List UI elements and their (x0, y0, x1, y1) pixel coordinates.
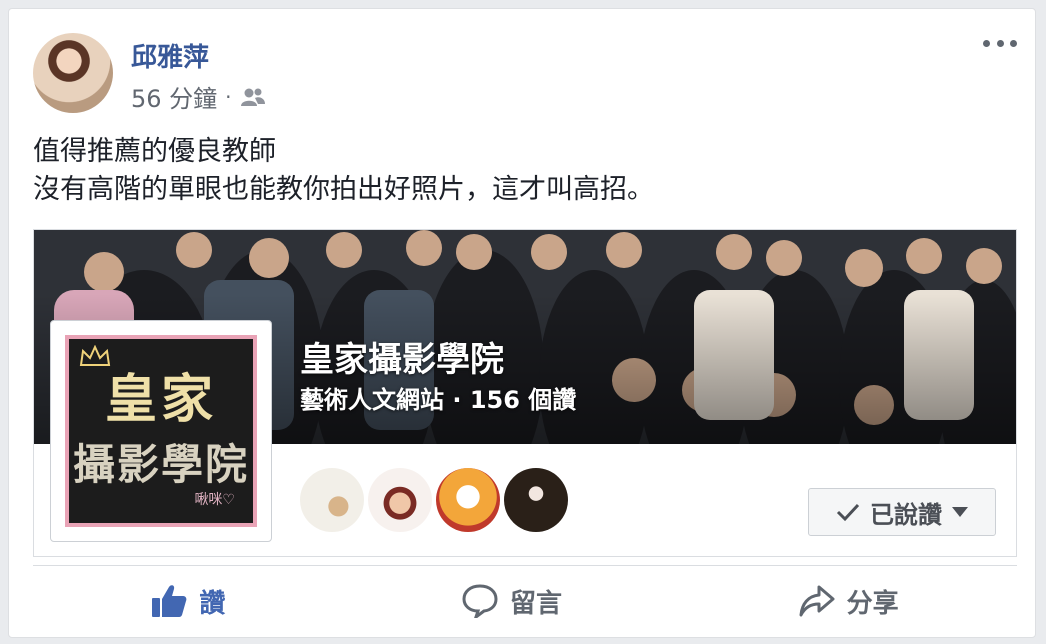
friend-avatar-1[interactable] (300, 468, 364, 532)
post-card: 邱雅萍 56 分鐘 · 值得推薦的優良教師 沒有高階的單眼也能教你拍出好照片，這… (8, 8, 1036, 638)
friend-avatar-2[interactable] (368, 468, 432, 532)
comment-bubble-icon (462, 584, 498, 618)
like-label: 讚 (199, 588, 226, 619)
like-button[interactable]: 讚 (151, 583, 225, 620)
shared-page-attachment[interactable]: 皇家攝影學院 藝術人文網站 · 156 個讚 皇家 攝影學院 啾咪♡ 已說讚 (33, 229, 1017, 557)
page-profile-picture[interactable]: 皇家 攝影學院 啾咪♡ (50, 320, 272, 542)
logo-signature: 啾咪♡ (194, 492, 235, 508)
page-subtitle: 藝術人文網站 · 156 個讚 (300, 386, 577, 414)
comment-button[interactable]: 留言 (462, 583, 562, 620)
actions-divider (33, 565, 1017, 566)
logo-line-2: 攝影學院 (72, 440, 249, 489)
post-time[interactable]: 56 分鐘 (131, 79, 217, 114)
comment-label: 留言 (509, 588, 562, 619)
author-name[interactable]: 邱雅萍 (131, 37, 209, 74)
thumbs-up-icon (152, 585, 187, 617)
share-label: 分享 (846, 588, 899, 619)
share-arrow-icon (799, 585, 835, 617)
page-name[interactable]: 皇家攝影學院 (300, 332, 504, 381)
liked-page-button[interactable]: 已說讚 (808, 488, 996, 536)
post-actions-bar: 讚 留言 分享 (33, 569, 1017, 633)
liked-button-label: 已說讚 (870, 500, 942, 529)
more-options-icon[interactable] (983, 33, 1017, 53)
friend-avatar-4[interactable] (504, 468, 568, 532)
friend-avatar-3[interactable] (436, 468, 500, 532)
friends-icon[interactable] (240, 87, 266, 107)
friends-who-like (300, 468, 568, 532)
share-button[interactable]: 分享 (799, 583, 899, 620)
chalkboard-logo: 皇家 攝影學院 啾咪♡ (65, 335, 257, 527)
post-text-line-2: 沒有高階的單眼也能教你拍出好照片，這才叫高招。 (33, 174, 654, 205)
meta-separator: · (225, 84, 232, 109)
post-text: 值得推薦的優良教師 沒有高階的單眼也能教你拍出好照片，這才叫高招。 (33, 133, 993, 209)
logo-line-1: 皇家 (104, 369, 217, 430)
dropdown-caret-icon (952, 507, 968, 517)
post-text-line-1: 值得推薦的優良教師 (33, 136, 276, 167)
checkmark-icon (836, 503, 860, 522)
author-avatar[interactable] (33, 33, 113, 113)
post-meta: 56 分鐘 · (131, 79, 266, 114)
